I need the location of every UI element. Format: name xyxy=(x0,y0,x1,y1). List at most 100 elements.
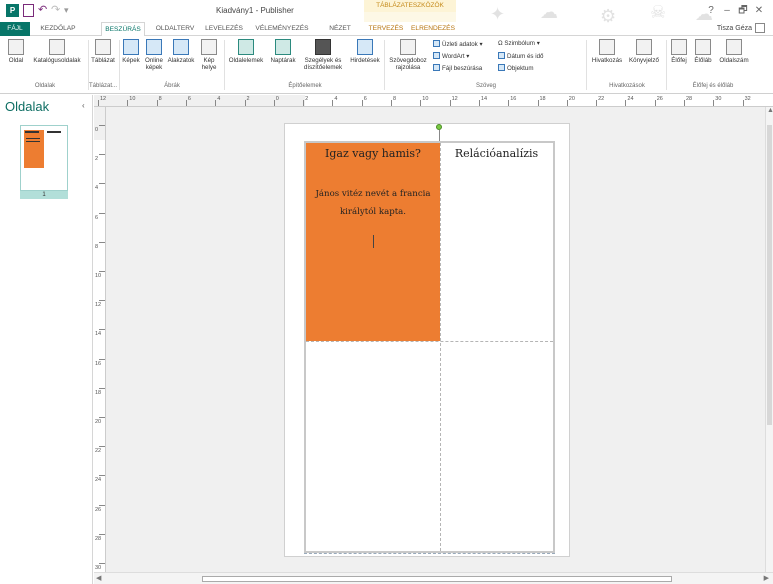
borders-button[interactable]: Szegélyek és díszítőelemek xyxy=(300,39,346,71)
minimize-icon[interactable]: – xyxy=(719,5,735,16)
footer-button[interactable]: Élőláb xyxy=(692,39,714,64)
tab-view[interactable]: NÉZET xyxy=(322,22,358,36)
close-icon[interactable]: ✕ xyxy=(751,5,767,16)
tab-file[interactable]: FÁJL xyxy=(0,22,30,36)
catalog-icon xyxy=(49,39,65,55)
tab-home[interactable]: KEZDŐLAP xyxy=(34,22,82,36)
header-button[interactable]: Élőfej xyxy=(668,39,690,64)
online-pictures-button[interactable]: Online képek xyxy=(143,39,165,71)
thumbnail-text-line xyxy=(25,131,39,133)
object-button[interactable]: Objektum xyxy=(498,64,533,73)
window-title: Kiadvány1 - Publisher xyxy=(216,6,294,15)
catalog-pages-button[interactable]: Katalógusoldalak xyxy=(30,39,84,64)
calendars-button[interactable]: Naptárak xyxy=(268,39,298,64)
ruler-tick xyxy=(127,100,129,106)
ruler-tick xyxy=(99,475,105,477)
ruler-tick xyxy=(244,100,246,106)
vertical-scrollbar[interactable]: ▲ xyxy=(765,107,773,572)
table-cell-2[interactable]: Relációanalízis xyxy=(440,143,553,341)
cell-1-body[interactable]: János vitéz nevét a francia királytól ka… xyxy=(312,185,434,221)
avatar xyxy=(755,23,765,33)
object-icon xyxy=(498,64,505,71)
shapes-button[interactable]: Alakzatok xyxy=(166,39,196,64)
table[interactable]: Igaz vagy hamis? János vitéz nevét a fra… xyxy=(304,141,555,553)
table-gridline xyxy=(440,143,441,551)
page-thumbnail[interactable] xyxy=(20,125,68,191)
horizontal-ruler[interactable]: 12 10 8 6 4 2 0 2 4 6 8 10 12 14 16 18 20 22 24 26 28 30 32 xyxy=(94,95,773,107)
symbol-button[interactable]: Ω Szimbólum ▾ xyxy=(498,40,540,48)
picture-placeholder-button[interactable]: Kép helye xyxy=(198,39,220,71)
hyperlink-button[interactable]: Hivatkozás xyxy=(588,39,626,64)
hyperlink-label: Hivatkozás xyxy=(591,57,623,64)
tab-review[interactable]: VÉLEMÉNYEZÉS xyxy=(254,22,310,36)
collapse-pane-icon[interactable]: ‹ xyxy=(82,101,85,110)
thumbnail-text-line xyxy=(47,131,61,133)
ruler-number: 16 xyxy=(95,360,102,367)
date-time-label: Dátum és idő xyxy=(507,53,544,60)
page-parts-button[interactable]: Oldalelemek xyxy=(226,39,266,64)
tab-layout[interactable]: ELRENDEZÉS xyxy=(411,22,455,36)
ruler-tick xyxy=(596,100,598,106)
group-separator xyxy=(224,40,225,90)
ruler-number: 18 xyxy=(95,389,102,396)
vertical-scroll-thumb[interactable] xyxy=(767,125,772,425)
vertical-ruler[interactable]: 0 2 4 6 8 10 12 14 16 18 20 22 24 26 28 30 xyxy=(94,107,106,572)
ruler-tick xyxy=(99,563,105,564)
user-account[interactable]: Tisza Géza xyxy=(717,23,765,33)
date-time-button[interactable]: Dátum és idő xyxy=(498,52,543,61)
help-icon[interactable]: ? xyxy=(703,5,719,16)
table-gridline xyxy=(306,341,553,342)
ruler-number: 0 xyxy=(95,127,99,133)
ruler-number: 26 xyxy=(656,96,663,102)
restore-icon[interactable]: 🗗 xyxy=(735,3,751,20)
insert-file-button[interactable]: Fájl beszúrása xyxy=(433,64,482,73)
horizontal-scroll-thumb[interactable] xyxy=(202,576,672,582)
scroll-up-icon[interactable]: ▲ xyxy=(767,107,773,114)
ruler-tick xyxy=(99,504,105,506)
user-name: Tisza Géza xyxy=(716,24,752,32)
undo-icon[interactable]: ↶ xyxy=(38,4,47,17)
rotate-handle[interactable] xyxy=(436,124,442,130)
tab-mailings[interactable]: LEVELEZÉS xyxy=(201,22,247,36)
table-button[interactable]: Táblázat xyxy=(90,39,116,64)
tab-page-design[interactable]: OLDALTERV xyxy=(152,22,198,36)
customize-qat-icon[interactable]: ▾ xyxy=(64,4,69,17)
ruler-number: 28 xyxy=(686,96,693,102)
ruler-tick xyxy=(654,100,656,106)
tab-insert[interactable]: BESZÚRÁS xyxy=(101,22,145,37)
ribbon-tabs: FÁJL KEZDŐLAP BESZÚRÁS OLDALTERV LEVELEZ… xyxy=(0,22,773,37)
advertisements-button[interactable]: Hirdetések xyxy=(348,39,382,64)
ruler-number: 12 xyxy=(100,96,107,102)
scroll-right-icon[interactable]: ▶ xyxy=(764,574,769,582)
group-label-illustrations: Ábrák xyxy=(164,83,180,89)
bookmark-icon xyxy=(636,39,652,55)
advertisements-icon xyxy=(357,39,373,55)
ruler-number: 10 xyxy=(129,96,136,102)
draw-text-box-button[interactable]: Szövegdoboz rajzolása xyxy=(386,39,430,71)
borders-icon xyxy=(315,39,331,55)
page-number-button[interactable]: Oldalszám xyxy=(716,39,752,64)
ruler-number: 8 xyxy=(95,243,99,250)
redo-icon[interactable]: ↷ xyxy=(51,4,60,17)
horizontal-scrollbar[interactable]: ◀ ▶ xyxy=(94,572,773,584)
ruler-tick xyxy=(742,100,744,106)
cell-1-title[interactable]: Igaz vagy hamis? xyxy=(306,147,440,160)
bookmark-button[interactable]: Könyvjelző xyxy=(626,39,662,64)
ruler-tick xyxy=(99,241,105,243)
ruler-tick xyxy=(99,358,105,360)
ruler-number: 2 xyxy=(95,156,99,163)
text-box-icon xyxy=(400,39,416,55)
picture-placeholder-icon xyxy=(201,39,217,55)
save-icon[interactable] xyxy=(23,4,34,17)
ruler-tick xyxy=(625,100,627,106)
cell-2-title[interactable]: Relációanalízis xyxy=(440,147,553,160)
ruler-tick xyxy=(99,533,105,535)
page-button[interactable]: Oldal xyxy=(4,39,28,64)
scroll-left-icon[interactable]: ◀ xyxy=(96,574,101,582)
wordart-button[interactable]: WordArt ▾ xyxy=(433,52,469,61)
tab-design[interactable]: TERVEZÉS xyxy=(366,22,406,36)
business-info-button[interactable]: Üzleti adatok ▾ xyxy=(433,40,483,49)
table-cell-1[interactable]: Igaz vagy hamis? János vitéz nevét a fra… xyxy=(306,143,440,341)
pictures-button[interactable]: Képek xyxy=(120,39,142,64)
page-number-icon xyxy=(726,39,742,55)
